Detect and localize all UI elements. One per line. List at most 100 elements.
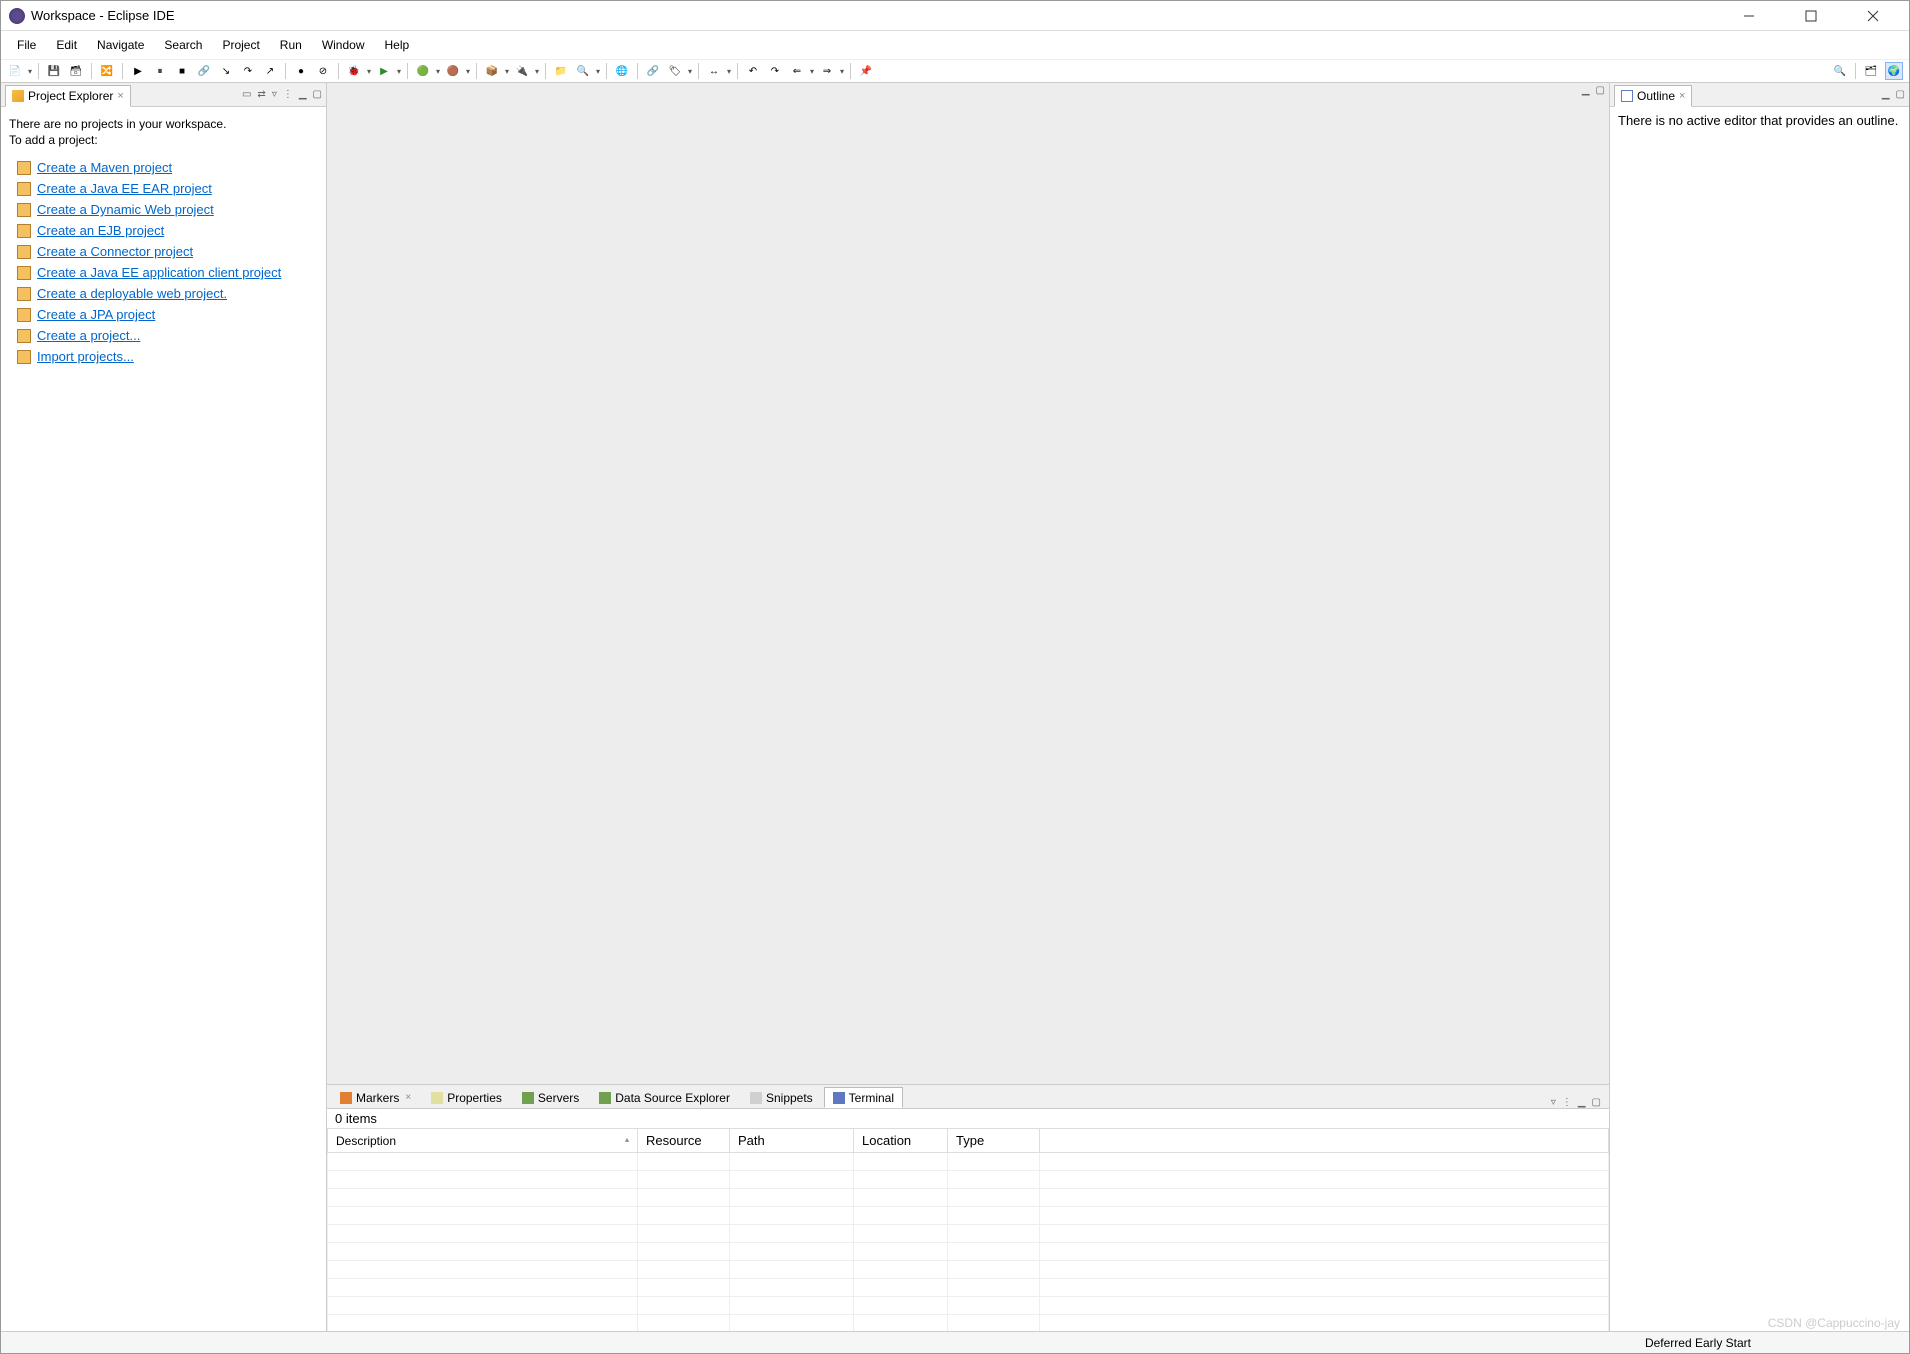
editor-maximize-icon[interactable]: ▢ [1596,85,1605,96]
open-task-icon[interactable]: 🌐 [614,63,630,79]
link-import-projects[interactable]: Import projects... [37,349,134,364]
bottom-maximize-icon[interactable]: ▢ [1592,1097,1601,1108]
run-icon[interactable]: ▶ [376,63,392,79]
next-annotation-icon[interactable]: ↔ [706,63,722,79]
new-server-icon[interactable]: 📦 [484,63,500,79]
new-icon[interactable]: 📄 [7,63,23,79]
pin-icon[interactable]: 📌 [858,63,874,79]
tab-markers[interactable]: Markers× [331,1087,420,1108]
link-create-ear[interactable]: Create a Java EE EAR project [37,181,212,196]
markers-table[interactable]: Description▴ Resource Path Location Type [327,1128,1609,1331]
menu-window[interactable]: Window [312,34,375,56]
new-server-dropdown[interactable]: ▾ [504,63,510,79]
bottom-filter-icon[interactable]: ▿ [1551,1097,1556,1108]
menu-search[interactable]: Search [154,34,212,56]
stop-icon[interactable]: ■ [174,63,190,79]
toggle-breakpoint-icon[interactable]: ● [293,63,309,79]
outline-minimize-icon[interactable]: ▁ [1882,89,1890,100]
link-create-maven[interactable]: Create a Maven project [37,160,172,175]
project-explorer-tab[interactable]: Project Explorer × [5,85,131,107]
maximize-view-icon[interactable]: ▢ [313,89,322,100]
close-button[interactable] [1853,4,1893,28]
outline-header: Outline × ▁ ▢ [1610,83,1909,107]
debug-arrow-icon[interactable]: ▶ [130,63,146,79]
back-icon[interactable]: ↶ [745,63,761,79]
link-create-project[interactable]: Create a project... [37,328,140,343]
tag-icon[interactable]: 🏷 [667,63,683,79]
menu-help[interactable]: Help [375,34,420,56]
link-create-ejb[interactable]: Create an EJB project [37,223,164,238]
bottom-minimize-icon[interactable]: ▁ [1578,1097,1586,1108]
wizard-icon [17,329,31,343]
forward2-dropdown[interactable]: ▾ [839,63,845,79]
run-last-dropdown[interactable]: ▾ [435,63,441,79]
tag-dropdown[interactable]: ▾ [687,63,693,79]
menu-navigate[interactable]: Navigate [87,34,154,56]
disconnect-icon[interactable]: 🔗 [196,63,212,79]
bottom-menu-icon[interactable]: ⋮ [1562,1097,1572,1108]
tab-close-icon[interactable]: × [1679,90,1685,102]
skip-all-icon[interactable]: ⊘ [315,63,331,79]
run-last-icon[interactable]: 🟢 [415,63,431,79]
run-dropdown[interactable]: ▾ [396,63,402,79]
menu-run[interactable]: Run [270,34,312,56]
open-type-icon[interactable]: 📁 [553,63,569,79]
link-create-appclient[interactable]: Create a Java EE application client proj… [37,265,281,280]
back2-dropdown[interactable]: ▾ [809,63,815,79]
link-create-jpa[interactable]: Create a JPA project [37,307,155,322]
link-icon[interactable]: 🔗 [645,63,661,79]
outline-maximize-icon[interactable]: ▢ [1896,89,1905,100]
outline-tab[interactable]: Outline × [1614,85,1692,107]
new-dropdown[interactable]: ▾ [27,63,33,79]
view-menu-icon[interactable]: ⋮ [283,89,293,100]
step-over-icon[interactable]: ↷ [240,63,256,79]
link-create-dynamic-web[interactable]: Create a Dynamic Web project [37,202,214,217]
menu-project[interactable]: Project [212,34,269,56]
forward-icon[interactable]: ↷ [767,63,783,79]
tab-servers[interactable]: Servers [513,1087,588,1108]
step-return-icon[interactable]: ↗ [262,63,278,79]
javaee-perspective-icon[interactable]: 🌍 [1885,62,1903,80]
new-connection-dropdown[interactable]: ▾ [534,63,540,79]
open-perspective-icon[interactable]: 🗂 [1863,63,1879,79]
col-path[interactable]: Path [730,1129,854,1153]
coverage-dropdown[interactable]: ▾ [465,63,471,79]
maximize-button[interactable] [1791,4,1831,28]
minimize-view-icon[interactable]: ▁ [299,89,307,100]
save-all-icon[interactable]: 🗃 [68,63,84,79]
switch-editor-icon[interactable]: 🔀 [99,63,115,79]
quick-access-icon[interactable]: 🔍 [1832,63,1848,79]
menu-edit[interactable]: Edit [46,34,87,56]
terminal-icon [833,1092,845,1104]
debug-dropdown[interactable]: ▾ [366,63,372,79]
back2-icon[interactable]: ⇐ [789,63,805,79]
col-description[interactable]: Description▴ [328,1129,638,1153]
pause-icon[interactable]: ⏸ [152,63,168,79]
coverage-icon[interactable]: 🟤 [445,63,461,79]
filter-icon[interactable]: ▿ [272,89,277,100]
save-icon[interactable]: 💾 [46,63,62,79]
tab-data-source-explorer[interactable]: Data Source Explorer [590,1087,739,1108]
col-location[interactable]: Location [854,1129,948,1153]
debug-icon[interactable]: 🐞 [346,63,362,79]
link-with-editor-icon[interactable]: ⇄ [257,89,265,100]
new-connection-icon[interactable]: 🔌 [514,63,530,79]
tab-snippets[interactable]: Snippets [741,1087,822,1108]
menu-file[interactable]: File [7,34,46,56]
minimize-button[interactable] [1729,4,1769,28]
forward2-icon[interactable]: ⇒ [819,63,835,79]
next-dropdown[interactable]: ▾ [726,63,732,79]
collapse-all-icon[interactable]: ▭ [242,89,251,100]
link-create-connector[interactable]: Create a Connector project [37,244,193,259]
tab-terminal[interactable]: Terminal [824,1087,903,1108]
col-type[interactable]: Type [948,1129,1040,1153]
close-icon[interactable]: × [405,1092,411,1103]
search-dropdown[interactable]: ▾ [595,63,601,79]
editor-minimize-icon[interactable]: ▁ [1582,85,1590,96]
link-create-deployable-web[interactable]: Create a deployable web project. [37,286,227,301]
tab-properties[interactable]: Properties [422,1087,511,1108]
col-resource[interactable]: Resource [638,1129,730,1153]
step-into-icon[interactable]: ↘ [218,63,234,79]
tab-close-icon[interactable]: × [117,90,123,102]
search-icon[interactable]: 🔍 [575,63,591,79]
